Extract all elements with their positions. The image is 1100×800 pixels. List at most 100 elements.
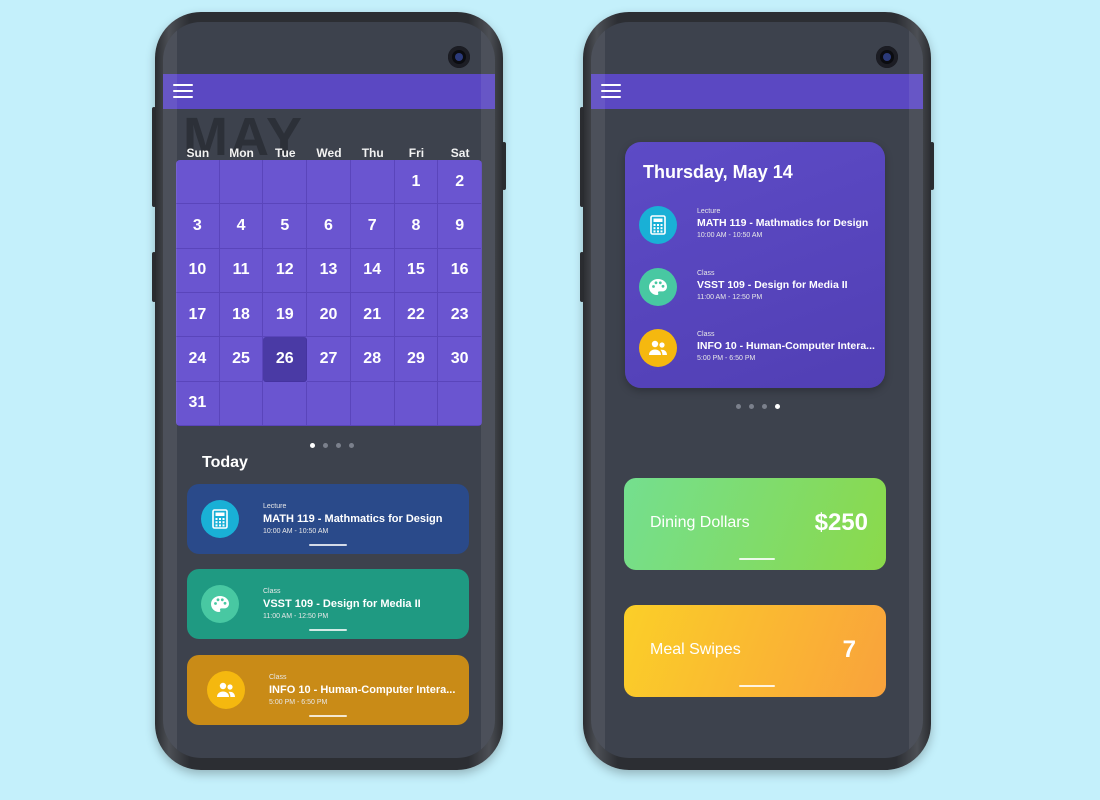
power-button: [930, 142, 934, 190]
calendar-day[interactable]: 18: [219, 292, 264, 338]
meal-swipes-card[interactable]: Meal Swipes 7: [624, 605, 886, 697]
event-time: 11:00 AM - 12:50 PM: [263, 613, 329, 620]
event-name: INFO 10 - Human-Computer Intera...: [269, 684, 456, 696]
calendar-day[interactable]: 2: [438, 160, 482, 205]
balance-label: Dining Dollars: [650, 514, 750, 531]
weekday-header: Sun Mon Tue Wed Thu Fri Sat: [176, 146, 482, 160]
calendar-day[interactable]: 4: [219, 204, 264, 249]
calendar-day[interactable]: 15: [394, 248, 439, 293]
calendar-day[interactable]: 9: [438, 204, 482, 249]
swipe-handle[interactable]: [309, 544, 347, 546]
swipe-handle[interactable]: [309, 715, 347, 717]
calendar-day[interactable]: 14: [350, 248, 395, 293]
day-schedule-card[interactable]: Thursday, May 14 Lecture MATH 119 - Mathm…: [625, 142, 885, 388]
event-card[interactable]: Lecture MATH 119 - Mathmatics for Design 1…: [187, 484, 469, 554]
calendar-day[interactable]: 8: [394, 204, 439, 249]
calendar-empty-cell: [176, 160, 220, 205]
calendar-day[interactable]: 27: [307, 337, 351, 382]
weekday-label: Thu: [361, 146, 384, 160]
power-button: [502, 142, 506, 190]
front-camera: [448, 46, 470, 68]
event-card[interactable]: Class VSST 109 - Design for Media II 11:00…: [187, 569, 469, 639]
balance-label: Meal Swipes: [650, 641, 741, 658]
calendar-day[interactable]: 5: [263, 204, 308, 249]
calendar-day[interactable]: 24: [176, 337, 220, 382]
weekday-label: Mon: [229, 146, 254, 160]
calendar-day[interactable]: 6: [307, 204, 351, 249]
calendar-day[interactable]: 19: [263, 292, 308, 338]
calendar-empty-cell: [350, 160, 395, 205]
phone-left: MAY Sun Mon Tue Wed Thu Fri Sat 1 2 3 4 5 6 7 8 9 10 11 1…: [152, 12, 506, 770]
page-dot[interactable]: [762, 404, 767, 409]
schedule-item[interactable]: Class VSST 109 - Design for Media II 11:00…: [639, 268, 879, 308]
swipe-handle[interactable]: [739, 558, 775, 560]
calendar-day[interactable]: 29: [394, 337, 439, 382]
calendar-day[interactable]: 20: [307, 292, 351, 338]
calculator-icon: [639, 206, 677, 244]
calendar-empty-cell: [263, 160, 308, 205]
calendar-day[interactable]: 12: [263, 248, 308, 293]
event-name: VSST 109 - Design for Media II: [697, 279, 848, 291]
weekday-label: Wed: [316, 146, 342, 160]
page-dot[interactable]: [749, 404, 754, 409]
calendar-day[interactable]: 25: [219, 337, 264, 382]
event-card[interactable]: Class INFO 10 - Human-Computer Intera... 5…: [187, 655, 469, 725]
event-type: Lecture: [263, 503, 287, 510]
menu-icon[interactable]: [173, 84, 193, 99]
calendar-day[interactable]: 3: [176, 204, 220, 249]
event-type: Lecture: [697, 208, 721, 215]
calendar-day[interactable]: 22: [394, 292, 439, 338]
calendar-day[interactable]: 13: [307, 248, 351, 293]
calendar-day[interactable]: 10: [176, 248, 220, 293]
event-name: INFO 10 - Human-Computer Intera...: [697, 340, 875, 352]
page-dot[interactable]: [736, 404, 741, 409]
calculator-icon: [201, 500, 239, 538]
swipe-handle[interactable]: [739, 685, 775, 687]
calendar-day[interactable]: 21: [350, 292, 395, 338]
page-dot[interactable]: [323, 443, 328, 448]
palette-icon: [639, 268, 677, 306]
event-time: 5:00 PM - 6:50 PM: [269, 699, 328, 706]
calendar-empty-cell: [394, 381, 439, 426]
day-card-title: Thursday, May 14: [643, 162, 793, 182]
calendar-empty-cell: [219, 160, 264, 205]
today-heading: Today: [202, 454, 248, 471]
calendar-day[interactable]: 7: [350, 204, 395, 249]
page-dot[interactable]: [310, 443, 315, 448]
calendar-day[interactable]: 11: [219, 248, 264, 293]
weekday-label: Sun: [186, 146, 210, 160]
weekday-label: Fri: [408, 146, 425, 160]
calendar-day[interactable]: 30: [438, 337, 482, 382]
calendar-day[interactable]: 28: [350, 337, 395, 382]
event-type: Class: [269, 674, 287, 681]
page-dot[interactable]: [336, 443, 341, 448]
calendar-empty-cell: [307, 381, 351, 426]
calendar-day[interactable]: 23: [438, 292, 482, 338]
phone-right: Thursday, May 14 Lecture MATH 119 - Mathm…: [580, 12, 934, 770]
menu-icon[interactable]: [601, 84, 621, 99]
front-camera: [876, 46, 898, 68]
screen: MAY Sun Mon Tue Wed Thu Fri Sat 1 2 3 4 5 6 7 8 9 10 11 1…: [163, 22, 495, 758]
event-name: MATH 119 - Mathmatics for Design: [697, 217, 869, 229]
page-indicator: [310, 443, 354, 448]
schedule-item[interactable]: Class INFO 10 - Human-Computer Intera... 5…: [639, 329, 879, 369]
page-dot[interactable]: [349, 443, 354, 448]
event-name: MATH 119 - Mathmatics for Design: [263, 513, 443, 525]
calendar-empty-cell: [307, 160, 351, 205]
swipe-handle[interactable]: [309, 629, 347, 631]
calendar-day[interactable]: 16: [438, 248, 482, 293]
event-name: VSST 109 - Design for Media II: [263, 598, 421, 610]
people-icon: [639, 329, 677, 367]
event-time: 10:00 AM - 10:50 AM: [697, 232, 763, 239]
dining-dollars-card[interactable]: Dining Dollars $250: [624, 478, 886, 570]
page-dot[interactable]: [775, 404, 780, 409]
balance-value: 7: [842, 636, 856, 663]
page-indicator: [736, 404, 780, 409]
calendar-day-selected[interactable]: 26: [263, 337, 308, 382]
calendar-day[interactable]: 17: [176, 292, 220, 338]
calendar-day[interactable]: 1: [394, 160, 439, 205]
calendar-day[interactable]: 31: [176, 381, 220, 426]
event-type: Class: [697, 270, 715, 277]
weekday-label: Tue: [275, 146, 296, 160]
schedule-item[interactable]: Lecture MATH 119 - Mathmatics for Design 1…: [639, 206, 879, 246]
